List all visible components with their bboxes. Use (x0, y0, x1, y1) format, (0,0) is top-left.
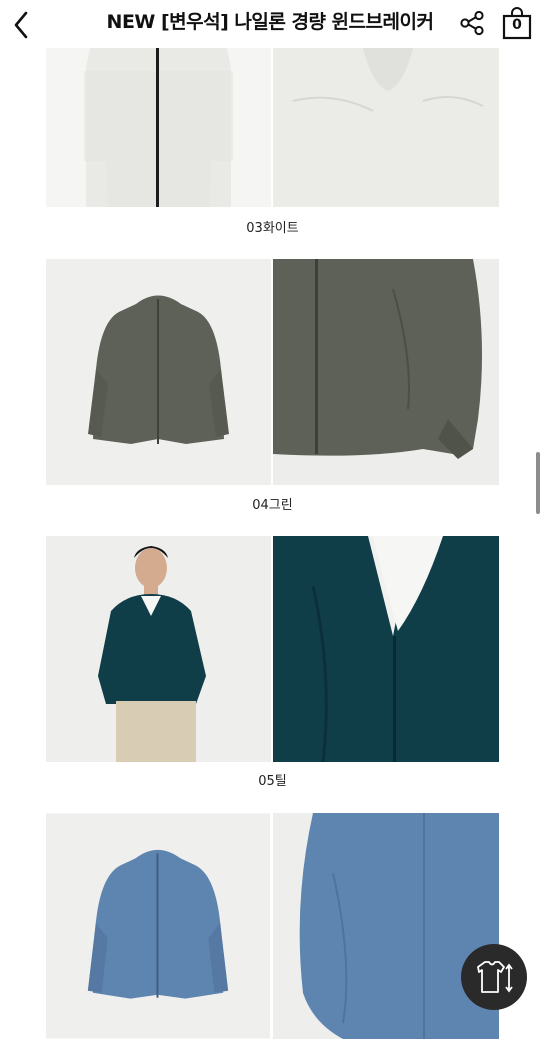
share-icon (460, 10, 484, 36)
share-button[interactable] (456, 8, 488, 38)
scrollbar-thumb[interactable] (536, 452, 540, 514)
color-caption: 03화이트 (246, 221, 299, 236)
cart-count-badge: 0 (512, 17, 522, 33)
product-image-detail (273, 259, 499, 485)
color-caption: 05틸 (258, 774, 287, 789)
product-image-detail (273, 813, 499, 1039)
cart-button[interactable]: 0 (500, 6, 534, 42)
chevron-left-icon (14, 11, 28, 39)
product-image-model (46, 536, 271, 762)
page-title: NEW [변우석] 나일론 경량 윈드브레이커 (106, 11, 434, 33)
product-image-full (46, 259, 271, 485)
color-row-green (46, 259, 499, 485)
color-row-blue (46, 813, 499, 1039)
back-button[interactable] (6, 6, 38, 40)
tshirt-resize-icon (477, 961, 513, 993)
color-caption: 04그린 (252, 498, 293, 513)
size-guide-button[interactable] (461, 944, 527, 1010)
color-row-teal (46, 536, 499, 762)
product-image-full (46, 813, 271, 1039)
top-app-bar: NEW [변우석] 나일론 경량 윈드브레이커 0 (0, 0, 545, 48)
product-image-detail (273, 536, 499, 762)
